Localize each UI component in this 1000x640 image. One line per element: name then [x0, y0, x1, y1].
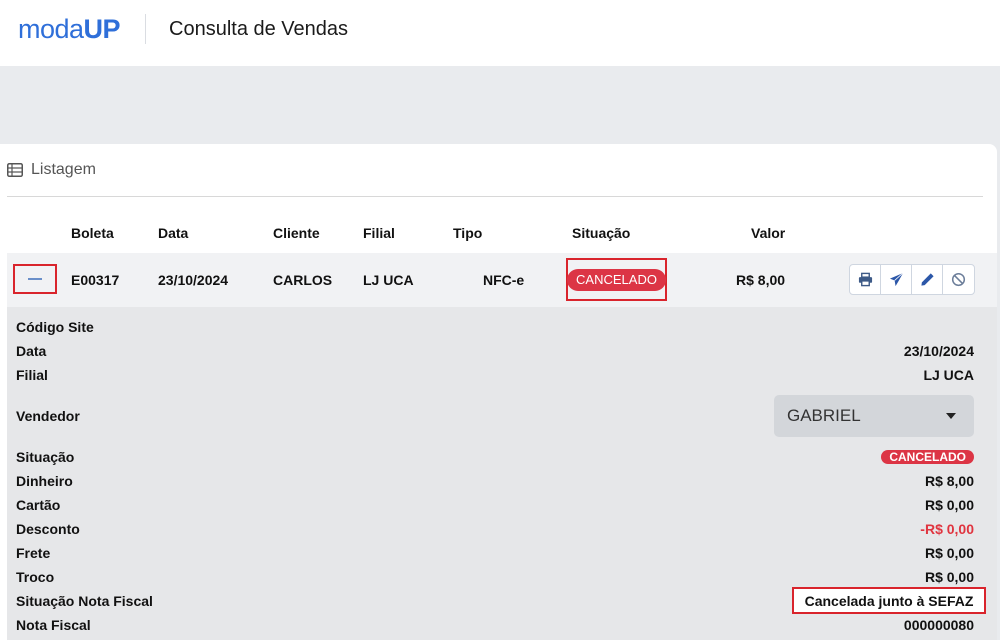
edit-button[interactable]: [912, 265, 943, 294]
ban-icon: [951, 272, 966, 287]
listing-header-label: Listagem: [31, 161, 96, 178]
app-logo[interactable]: modaUP: [18, 14, 121, 45]
listing-header: Listagem: [7, 161, 96, 179]
detail-label-frete: Frete: [16, 545, 51, 561]
detail-value-filial: LJ UCA: [923, 367, 974, 383]
situacao-highlight: CANCELADO: [566, 258, 667, 301]
cancel-button[interactable]: [943, 265, 974, 294]
detail-value-frete: R$ 0,00: [924, 545, 974, 561]
cell-filial: LJ UCA: [363, 272, 414, 288]
top-bar: modaUP Consulta de Vendas: [0, 0, 1000, 66]
vendedor-select-value: GABRIEL: [787, 406, 861, 425]
detail-label-dinheiro: Dinheiro: [16, 473, 73, 489]
minus-icon: [28, 278, 42, 280]
detail-value-nota-fiscal: 000000080: [903, 617, 974, 633]
vendedor-select[interactable]: GABRIEL: [774, 395, 974, 437]
detail-label-situacao: Situação: [16, 449, 75, 465]
detail-value-situacao-nf: Cancelada junto à SEFAZ: [792, 587, 986, 614]
cell-cliente: CARLOS: [273, 272, 333, 288]
detail-value-dinheiro: R$ 8,00: [924, 473, 974, 489]
column-header-situacao[interactable]: Situação: [572, 225, 630, 241]
detail-label-desconto: Desconto: [16, 521, 80, 537]
status-badge: CANCELADO: [881, 450, 974, 464]
detail-label-vendedor: Vendedor: [16, 408, 80, 424]
logo-text-light: moda: [18, 14, 84, 44]
print-button[interactable]: [850, 265, 881, 294]
detail-label-filial: Filial: [16, 367, 48, 383]
column-header-boleta[interactable]: Boleta: [71, 225, 114, 241]
detail-label-troco: Troco: [16, 569, 55, 585]
detail-value-data: 23/10/2024: [903, 343, 974, 359]
detail-label-codigo-site: Código Site: [16, 319, 94, 335]
caret-down-icon: [946, 413, 956, 419]
page-title: Consulta de Vendas: [169, 18, 349, 40]
logo-text-bold: UP: [83, 14, 121, 44]
top-divider: [145, 14, 146, 44]
send-button[interactable]: [881, 265, 912, 294]
cell-valor: R$ 8,00: [736, 272, 786, 288]
column-header-valor[interactable]: Valor: [751, 225, 785, 241]
list-table-icon: [7, 163, 23, 177]
column-header-filial[interactable]: Filial: [363, 225, 395, 241]
column-header-cliente[interactable]: Cliente: [273, 225, 320, 241]
pencil-icon: [920, 273, 934, 286]
cell-data: 23/10/2024: [158, 272, 229, 288]
cell-boleta: E00317: [71, 272, 120, 288]
detail-value-situacao: CANCELADO: [881, 448, 974, 466]
header-divider: [7, 196, 983, 197]
collapse-row-button[interactable]: [13, 264, 57, 294]
cell-tipo: NFC-e: [483, 272, 525, 288]
detail-label-nota-fiscal: Nota Fiscal: [16, 617, 91, 633]
column-header-tipo[interactable]: Tipo: [453, 225, 482, 241]
column-header-data[interactable]: Data: [158, 225, 188, 241]
detail-value-troco: R$ 0,00: [924, 569, 974, 585]
detail-label-data: Data: [16, 343, 47, 359]
status-badge: CANCELADO: [567, 268, 666, 291]
row-actions: [849, 264, 975, 295]
printer-icon: [858, 272, 872, 287]
detail-value-desconto: -R$ 0,00: [920, 521, 974, 537]
paper-plane-icon: [889, 272, 903, 287]
detail-label-situacao-nf: Situação Nota Fiscal: [16, 593, 153, 609]
detail-label-cartao: Cartão: [16, 497, 61, 513]
detail-value-cartao: R$ 0,00: [924, 497, 974, 513]
